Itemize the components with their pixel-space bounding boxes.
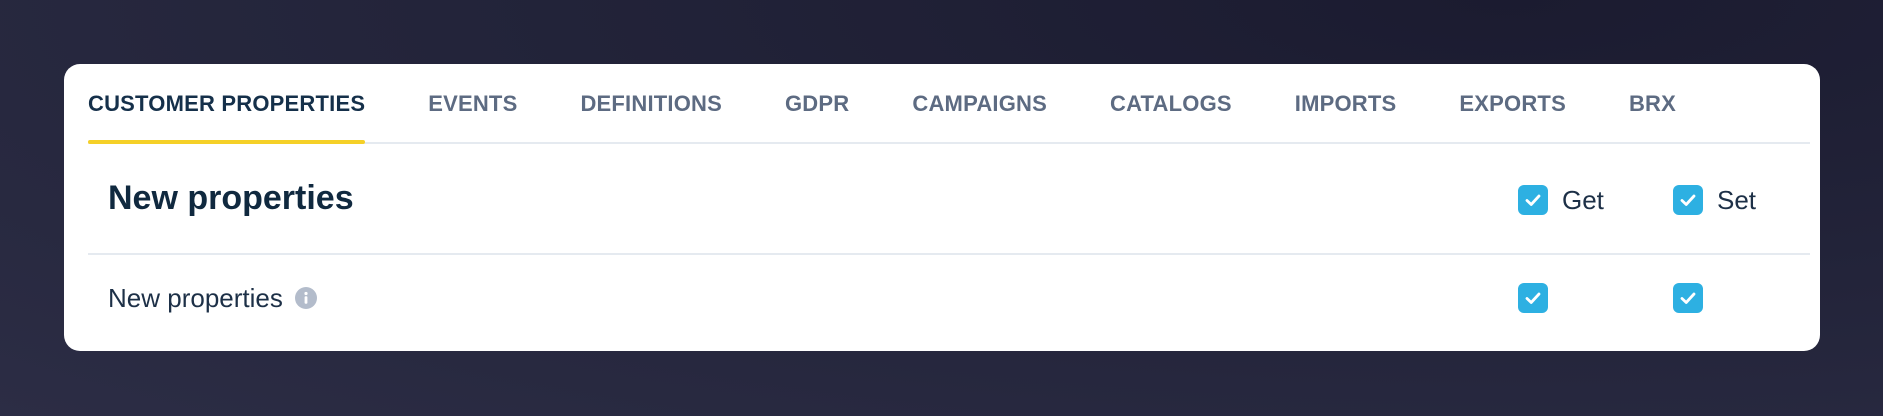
row-label-group: New properties: [108, 280, 317, 316]
row-set-checkbox[interactable]: [1673, 283, 1703, 313]
get-column-label: Get: [1562, 184, 1604, 215]
permissions-card: CUSTOMER PROPERTIES EVENTS DEFINITIONS G…: [64, 64, 1820, 351]
set-all-checkbox[interactable]: [1673, 185, 1703, 215]
get-all-checkbox[interactable]: [1518, 185, 1548, 215]
tab-campaigns[interactable]: CAMPAIGNS: [912, 64, 1047, 142]
check-icon: [1680, 194, 1696, 206]
tab-exports[interactable]: EXPORTS: [1459, 64, 1566, 142]
check-icon: [1525, 292, 1541, 304]
row-get-checkbox[interactable]: [1518, 283, 1548, 313]
get-column-header: Get: [1518, 184, 1604, 216]
row-label: New properties: [108, 282, 283, 313]
tab-events[interactable]: EVENTS: [428, 64, 517, 142]
set-column-header: Set: [1673, 184, 1756, 216]
table-row: New properties: [88, 255, 1810, 341]
tab-customer-properties[interactable]: CUSTOMER PROPERTIES: [88, 64, 366, 144]
tab-gdpr[interactable]: GDPR: [785, 64, 849, 142]
info-icon[interactable]: [294, 287, 317, 309]
set-column-label: Set: [1717, 184, 1757, 215]
check-icon: [1525, 194, 1541, 206]
section-header: New properties Get Set: [88, 142, 1810, 255]
tab-imports[interactable]: IMPORTS: [1295, 64, 1397, 142]
tab-brx[interactable]: BRX: [1629, 64, 1676, 142]
tab-bar: CUSTOMER PROPERTIES EVENTS DEFINITIONS G…: [88, 64, 1810, 144]
check-icon: [1680, 292, 1696, 304]
section-title: New properties: [108, 179, 354, 217]
info-glyph: [304, 291, 308, 304]
tab-catalogs[interactable]: CATALOGS: [1110, 64, 1232, 142]
tab-definitions[interactable]: DEFINITIONS: [580, 64, 722, 142]
